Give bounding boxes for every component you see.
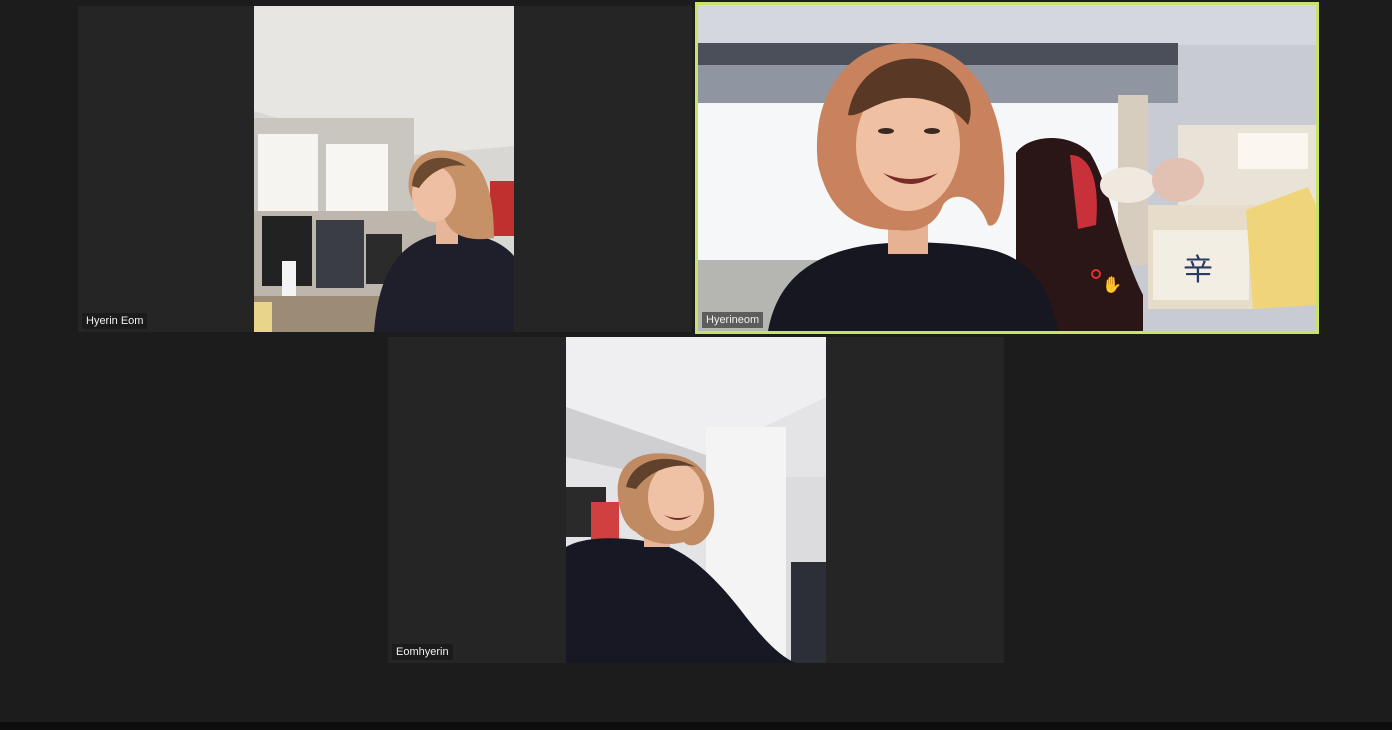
participant-name-label: Hyerin Eom [82, 313, 148, 329]
video-frame [566, 337, 826, 663]
bottom-edge [0, 722, 1392, 730]
mic-muted-icon [1091, 269, 1101, 279]
raised-hand-icon: ✋ [1102, 277, 1122, 294]
video-frame: 辛 [698, 5, 1316, 331]
participant-video [254, 6, 514, 332]
participant-tile-hyerin-eom[interactable]: Hyerin Eom [78, 6, 692, 332]
svg-text:辛: 辛 [1183, 253, 1213, 288]
video-gallery: Hyerin Eom 辛 ✋ Hyerineom Eomhyerin [0, 0, 1392, 730]
participant-tile-eomhyerin[interactable]: Eomhyerin [388, 337, 1004, 663]
participant-name-label: Hyerineom [702, 312, 764, 328]
participant-name-label: Eomhyerin [392, 644, 453, 660]
participant-video [566, 337, 826, 663]
participant-video: 辛 ✋ [698, 5, 1316, 331]
participant-tile-hyerineom[interactable]: 辛 ✋ Hyerineom [695, 2, 1319, 334]
video-frame [254, 6, 514, 332]
